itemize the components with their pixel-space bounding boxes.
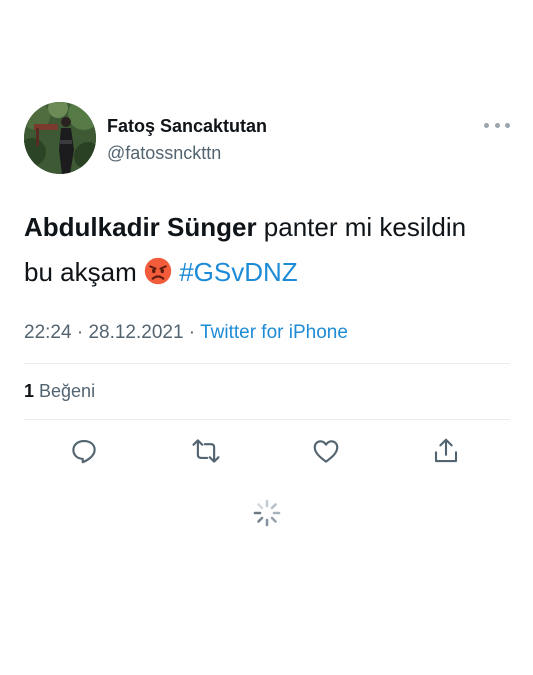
meta-separator: · xyxy=(71,322,89,343)
more-dot-icon xyxy=(484,122,489,128)
share-icon xyxy=(434,438,458,463)
divider xyxy=(24,363,510,364)
author-handle[interactable]: @fatossnckttn xyxy=(107,143,221,164)
angry-face-emoji-icon xyxy=(144,257,172,285)
loading-spinner-icon xyxy=(253,499,281,527)
more-dot-icon xyxy=(494,122,500,128)
tweet-time: 22:24 xyxy=(24,322,72,343)
reply-button[interactable] xyxy=(69,436,99,466)
tweet-meta: 22:24 · 28.12.2021 · Twitter for iPhone xyxy=(24,322,348,344)
likes-count: 1 xyxy=(24,381,35,401)
mention-link[interactable]: Abdulkadir Sünger xyxy=(24,212,257,242)
like-button[interactable] xyxy=(311,436,341,466)
divider xyxy=(24,419,510,420)
share-button[interactable] xyxy=(431,436,461,466)
retweet-icon xyxy=(192,439,220,463)
more-options-button[interactable] xyxy=(484,118,510,132)
meta-separator: · xyxy=(183,322,201,343)
like-icon xyxy=(313,440,339,463)
retweet-button[interactable] xyxy=(191,436,221,466)
author-display-name[interactable]: Fatoş Sancaktutan xyxy=(107,116,267,137)
tweet-source-link[interactable]: Twitter for iPhone xyxy=(200,322,348,343)
avatar-image xyxy=(24,102,96,174)
likes-stat[interactable]: 1 Beğeni xyxy=(24,381,95,402)
tweet-text: Abdulkadir Sünger panter mi kesildin bu … xyxy=(24,205,494,295)
tweet-date: 28.12.2021 xyxy=(88,322,184,343)
reply-icon xyxy=(72,439,96,464)
avatar[interactable] xyxy=(24,102,96,174)
more-dot-icon xyxy=(505,122,510,128)
hashtag-link[interactable]: #GSvDNZ xyxy=(179,257,297,287)
likes-label: Beğeni xyxy=(34,381,96,401)
